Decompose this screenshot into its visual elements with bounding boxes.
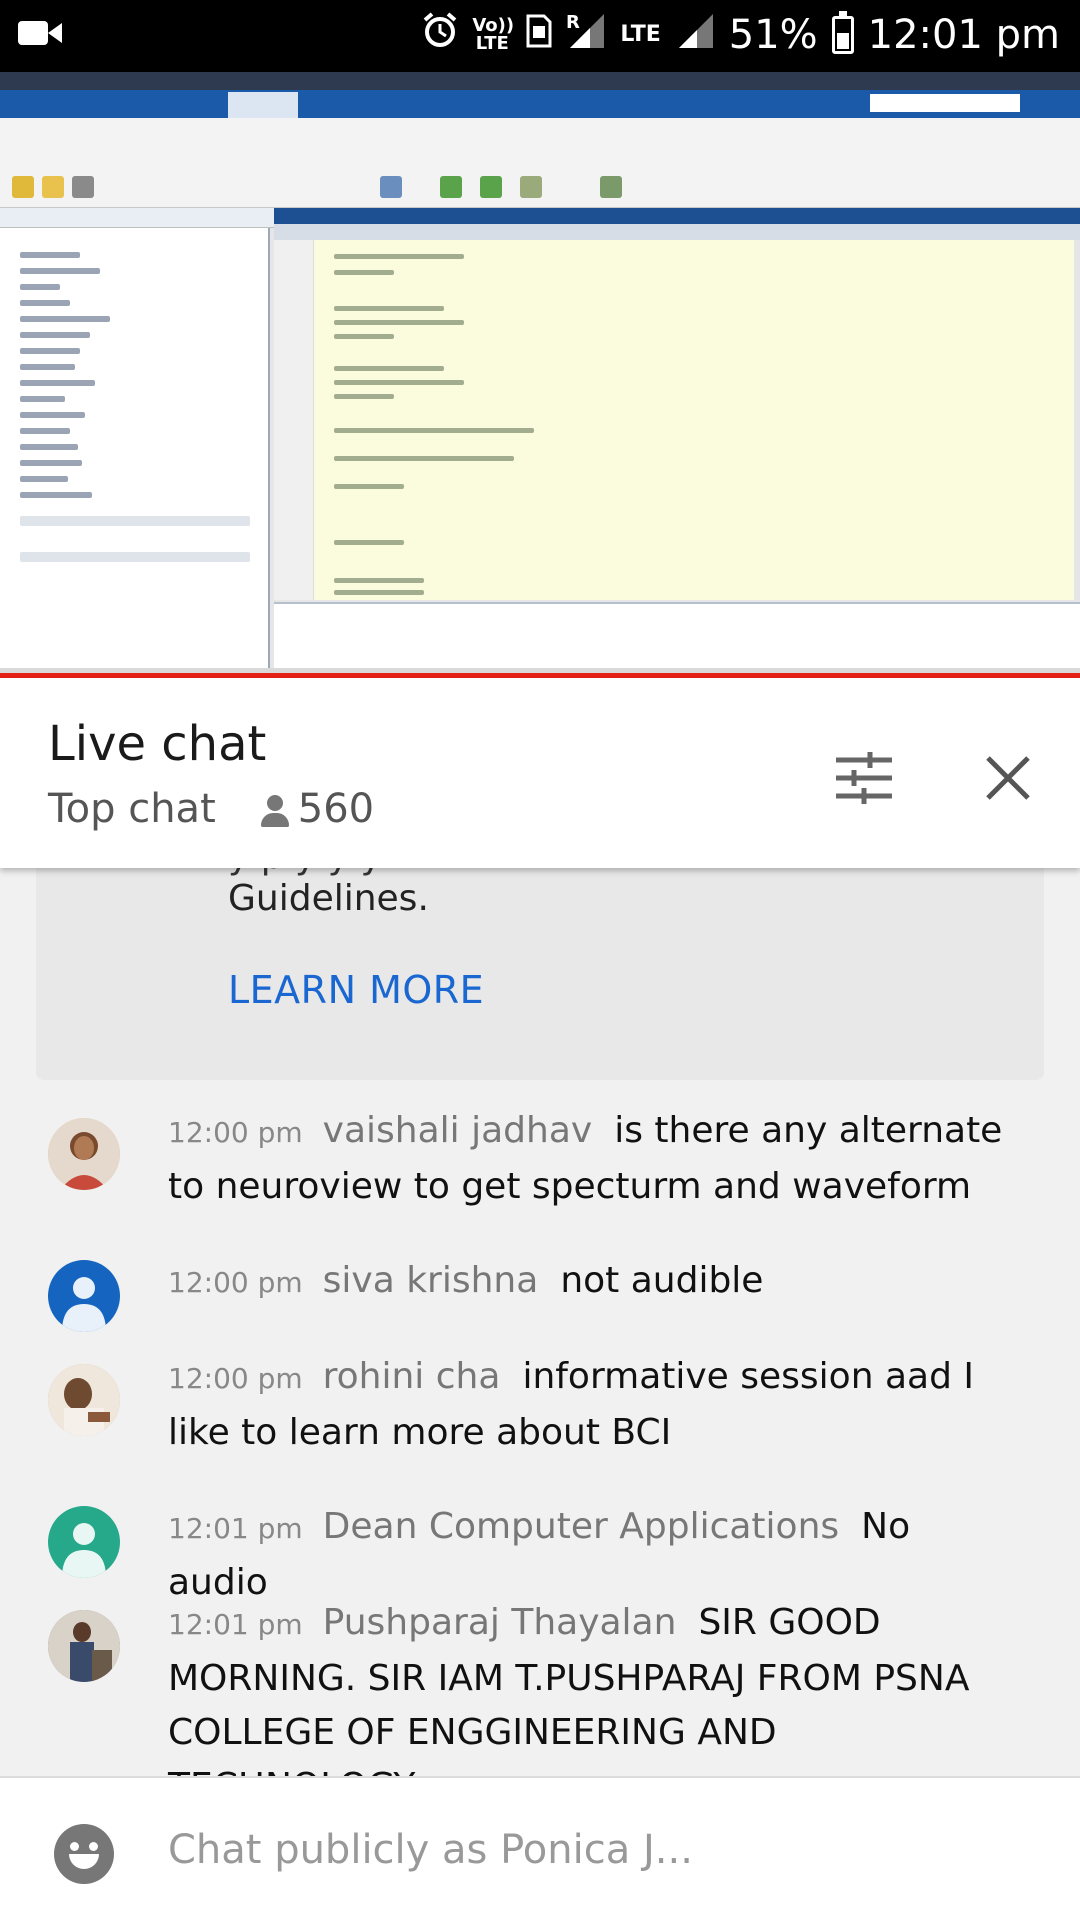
message-timestamp: 12:00 pm xyxy=(168,1362,303,1395)
signal-icon xyxy=(675,10,715,60)
message-author[interactable]: vaishali jadhav xyxy=(323,1110,593,1151)
avatar[interactable] xyxy=(48,1506,120,1578)
clock: 12:01 pm xyxy=(867,12,1060,58)
message-author[interactable]: siva krishna xyxy=(323,1260,539,1301)
filter-settings-button[interactable] xyxy=(834,748,894,808)
chat-header: Live chat Top chat 560 xyxy=(0,678,1080,868)
video-window-titlebar xyxy=(0,72,1080,90)
message-body: not audible xyxy=(560,1260,764,1301)
chat-message-list[interactable]: y p y y y Guidelines. LEARN MORE 12:00 p… xyxy=(0,868,1080,1776)
sliders-icon xyxy=(836,752,892,804)
close-icon xyxy=(986,756,1030,800)
message-text: 12:01 pm Pushparaj Thayalan SIR GOOD MORNI… xyxy=(168,1596,1018,1776)
chat-mode-label: Top chat xyxy=(48,786,216,832)
message-text: 12:00 pm rohini cha informative session aa… xyxy=(168,1350,1018,1460)
video-player[interactable] xyxy=(0,72,1080,677)
avatar[interactable] xyxy=(48,1260,120,1332)
video-search-box xyxy=(870,94,1020,112)
message-author[interactable]: rohini cha xyxy=(323,1356,501,1397)
avatar[interactable] xyxy=(48,1364,120,1436)
message-timestamp: 12:00 pm xyxy=(168,1116,303,1149)
message-timestamp: 12:00 pm xyxy=(168,1266,303,1299)
video-command-window xyxy=(274,602,1080,668)
video-active-tab xyxy=(228,92,298,118)
video-ribbon xyxy=(0,118,1080,208)
chat-title: Live chat xyxy=(48,716,267,772)
close-chat-button[interactable] xyxy=(978,748,1038,808)
battery-percentage: 51% xyxy=(728,12,818,58)
avatar[interactable] xyxy=(48,1118,120,1190)
message-author[interactable]: Pushparaj Thayalan xyxy=(323,1602,677,1643)
volte-label: Vo)) LTE xyxy=(472,15,515,54)
notice-cut-text: y p y y y xyxy=(228,868,382,877)
community-guidelines-notice: y p y y y Guidelines. LEARN MORE xyxy=(36,868,1044,1080)
person-icon xyxy=(260,791,290,827)
message-timestamp: 12:01 pm xyxy=(168,1608,303,1641)
message-text: 12:00 pm vaishali jadhav is there any alte… xyxy=(168,1104,1018,1214)
message-text: 12:00 pm siva krishna not audible xyxy=(168,1254,1018,1310)
default-user-icon xyxy=(62,1523,106,1578)
video-editor-tabs xyxy=(274,224,1080,240)
video-file-browser xyxy=(0,228,270,668)
chat-message-input[interactable] xyxy=(168,1818,1028,1882)
video-code-editor xyxy=(274,240,1074,600)
message-text: 12:01 pm Dean Computer Applications No aud… xyxy=(168,1500,1018,1610)
roaming-signal-icon: R xyxy=(566,10,606,60)
message-timestamp: 12:01 pm xyxy=(168,1512,303,1545)
emoji-button[interactable] xyxy=(54,1824,114,1884)
alarm-icon xyxy=(422,12,458,58)
viewer-count: 560 xyxy=(297,786,375,832)
battery-icon xyxy=(831,11,854,54)
notice-text: Guidelines. xyxy=(228,878,429,919)
default-user-icon xyxy=(62,1277,106,1332)
learn-more-link[interactable]: LEARN MORE xyxy=(228,968,484,1012)
avatar[interactable] xyxy=(48,1610,120,1682)
status-bar: Vo)) LTE R LTE 51% 12:01 pm xyxy=(0,0,1080,72)
chat-input-bar xyxy=(0,1776,1080,1920)
chat-mode-selector[interactable]: Top chat 560 xyxy=(48,786,374,832)
lte-label: LTE xyxy=(620,22,661,47)
sim-icon xyxy=(526,12,552,58)
message-author[interactable]: Dean Computer Applications xyxy=(323,1506,840,1547)
svg-text:R: R xyxy=(566,12,580,33)
video-camera-icon xyxy=(18,18,62,52)
